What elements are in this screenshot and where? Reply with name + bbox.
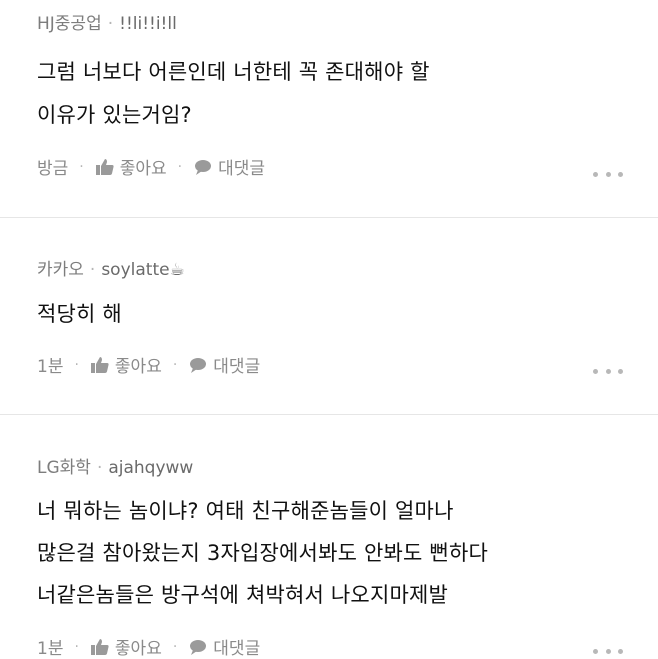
comment-time: 방금 <box>37 159 69 179</box>
meta-separator: · <box>74 638 79 655</box>
comment-meta: LG화학 · ajahqyww <box>37 453 193 478</box>
comment-author[interactable]: LG화학 <box>37 458 91 478</box>
thumbs-up-icon <box>90 638 109 655</box>
reply-label: 대댓글 <box>218 159 266 179</box>
comment-1: HJ중공업 · !!li!!i!ll 그럼 너보다 어른인데 너한테 꼭 존대해야 … <box>0 0 658 218</box>
meta-separator: · <box>74 356 79 373</box>
meta-separator: · <box>96 458 103 478</box>
thumbs-up-icon <box>95 158 114 175</box>
speech-bubble-icon <box>190 357 207 373</box>
comment-actions: 1분 · 좋아요 · 대댓글 <box>37 352 260 377</box>
comment-text-line: 그럼 너보다 어른인데 너한테 꼭 존대해야 할 <box>37 60 430 84</box>
meta-separator: · <box>107 14 114 34</box>
reply-button[interactable]: 대댓글 <box>193 154 265 179</box>
comment-time: 1분 <box>37 357 64 377</box>
reply-button[interactable]: 대댓글 <box>188 634 260 659</box>
comment-actions: 방금 · 좋아요 · 대댓글 <box>37 154 265 179</box>
more-dots-icon[interactable] <box>593 172 623 180</box>
thumbs-up-icon <box>90 356 109 373</box>
like-label: 좋아요 <box>114 639 162 659</box>
meta-separator: · <box>79 158 84 175</box>
comment-nickname[interactable]: !!li!!i!ll <box>119 14 177 34</box>
comment-text-line: 너 뭐하는 놈이냐? 여태 친구해준놈들이 얼마나 <box>37 499 454 523</box>
comment-text-line: 이유가 있는거임? <box>37 103 192 127</box>
reply-label: 대댓글 <box>213 357 261 377</box>
speech-bubble-icon <box>190 639 207 655</box>
comment-text-line: 너같은놈들은 방구석에 쳐박혀서 나오지마제발 <box>37 583 449 607</box>
like-label: 좋아요 <box>114 357 162 377</box>
meta-separator: · <box>172 638 178 655</box>
more-dots-icon[interactable] <box>593 649 623 657</box>
comment-text-line: 적당히 해 <box>37 302 122 326</box>
speech-bubble-icon <box>195 159 212 175</box>
comment-actions: 1분 · 좋아요 · 대댓글 <box>37 634 260 659</box>
comment-author[interactable]: 카카오 <box>37 260 84 280</box>
meta-separator: · <box>177 158 183 175</box>
comment-meta: HJ중공업 · !!li!!i!ll <box>37 9 177 34</box>
comment-2: 카카오 · soylatte☕ 적당히 해 1분 · 좋아요 · 대댓글 <box>0 218 658 414</box>
reply-label: 대댓글 <box>213 639 261 659</box>
like-button[interactable]: 좋아요 <box>90 634 162 659</box>
comment-text-line: 많은걸 참아왔는지 3자입장에서봐도 안봐도 뻔하다 <box>37 541 488 565</box>
like-button[interactable]: 좋아요 <box>95 154 167 179</box>
comment-nickname[interactable]: soylatte☕ <box>101 260 185 280</box>
comment-nickname[interactable]: ajahqyww <box>108 458 193 478</box>
comment-time: 1분 <box>37 639 64 659</box>
reply-button[interactable]: 대댓글 <box>188 352 260 377</box>
comment-author[interactable]: HJ중공업 <box>37 14 102 34</box>
more-dots-icon[interactable] <box>593 369 623 377</box>
meta-separator: · <box>172 356 178 373</box>
comment-3: LG화학 · ajahqyww 너 뭐하는 놈이냐? 여태 친구해준놈들이 얼마나 … <box>0 415 658 659</box>
like-label: 좋아요 <box>119 159 167 179</box>
comment-meta: 카카오 · soylatte☕ <box>37 255 185 280</box>
like-button[interactable]: 좋아요 <box>90 352 162 377</box>
meta-separator: · <box>89 260 96 280</box>
